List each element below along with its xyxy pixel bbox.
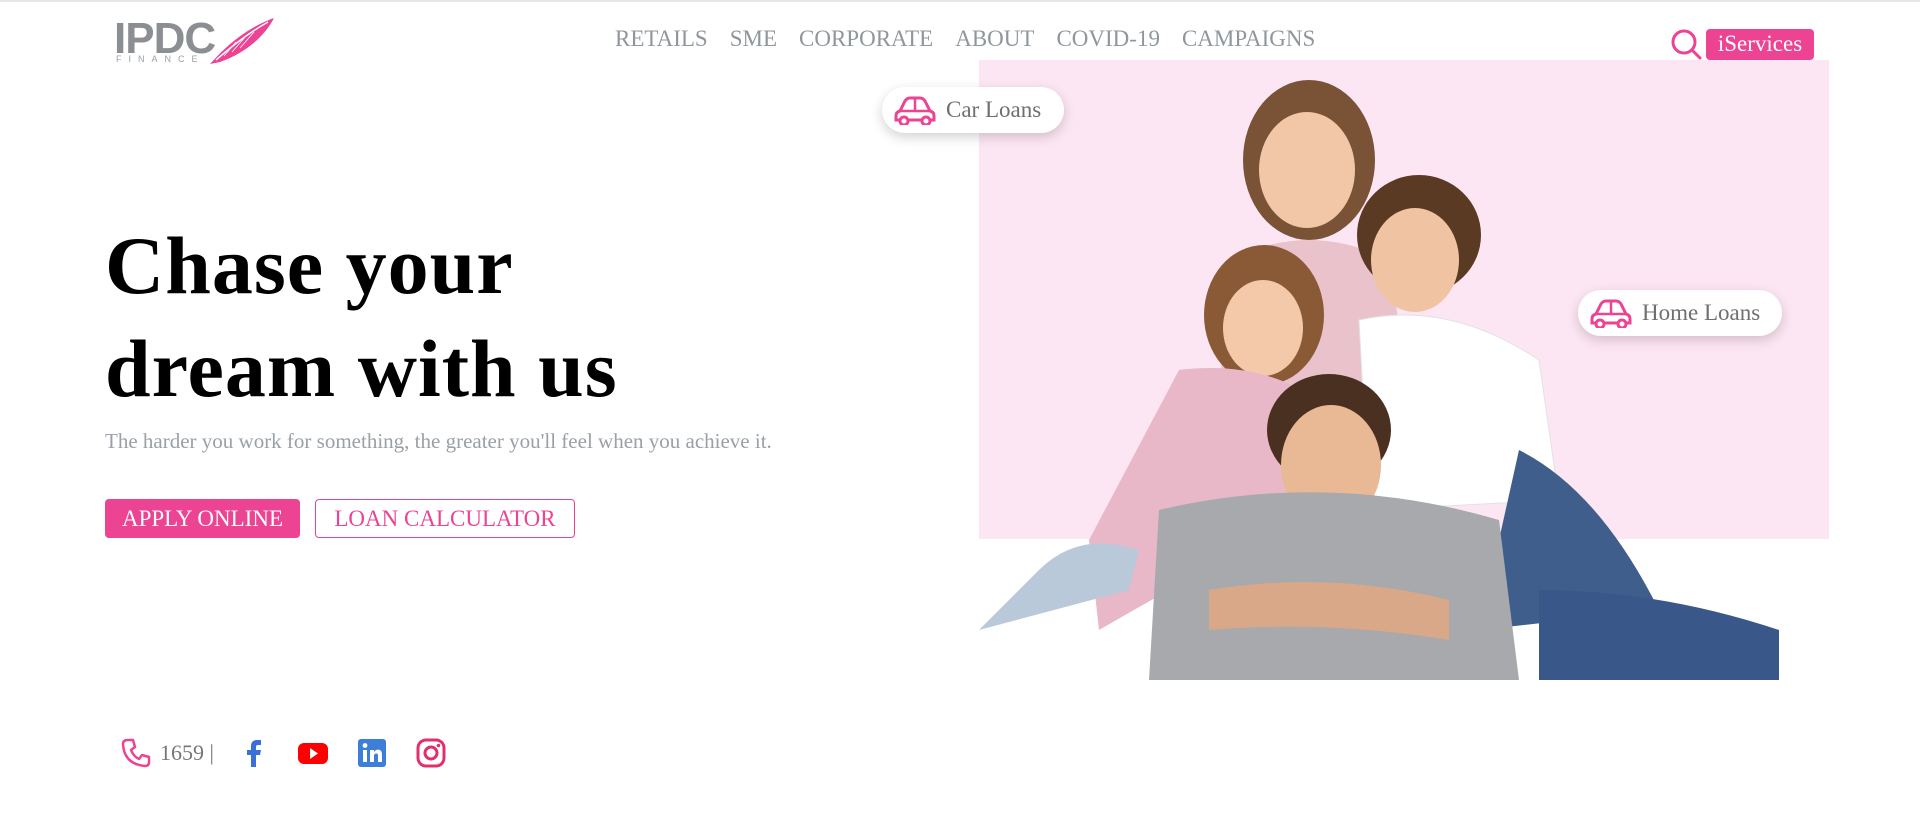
hero-subtitle: The harder you work for something, the g…: [105, 429, 772, 453]
home-loans-tag[interactable]: Home Loans: [1578, 290, 1782, 336]
phone-icon[interactable]: [120, 737, 152, 769]
nav-campaigns[interactable]: CAMPAIGNS: [1182, 24, 1315, 54]
logo-subtext: FINANCE: [116, 54, 205, 64]
hero-title-line1: Chase your: [105, 220, 514, 311]
instagram-icon[interactable]: [415, 737, 447, 769]
search-icon[interactable]: [1670, 28, 1702, 60]
hero-title: Chase your dream with us: [105, 214, 805, 420]
loan-calculator-button[interactable]: LOAN CALCULATOR: [315, 499, 575, 538]
top-border: [0, 0, 1920, 2]
iservices-button[interactable]: iServices: [1706, 29, 1814, 60]
nav-corporate[interactable]: CORPORATE: [799, 24, 933, 54]
nav-sme[interactable]: SME: [730, 24, 777, 54]
nav-retails[interactable]: RETAILS: [615, 24, 708, 54]
car-loans-tag[interactable]: Car Loans: [882, 87, 1064, 133]
nav-about[interactable]: ABOUT: [955, 24, 1034, 54]
contact-social-bar: 1659 |: [120, 733, 474, 773]
car-loans-label: Car Loans: [946, 97, 1042, 122]
ipdc-logo[interactable]: IPDC FINANCE: [114, 14, 274, 70]
family-photo: [979, 80, 1779, 680]
home-loans-label: Home Loans: [1642, 300, 1761, 325]
linkedin-icon[interactable]: [356, 737, 388, 769]
main-nav: RETAILS SME CORPORATE ABOUT COVID-19 CAM…: [615, 24, 1337, 54]
facebook-icon[interactable]: [238, 737, 270, 769]
youtube-icon[interactable]: [297, 737, 329, 769]
nav-covid-19[interactable]: COVID-19: [1056, 24, 1160, 54]
apply-online-button[interactable]: APPLY ONLINE: [105, 499, 300, 538]
car-icon: [1590, 299, 1632, 328]
hero-title-line2: dream with us: [105, 323, 618, 414]
feather-icon: [210, 18, 274, 64]
car-icon: [894, 96, 936, 125]
hotline-number[interactable]: 1659 |: [160, 740, 214, 766]
